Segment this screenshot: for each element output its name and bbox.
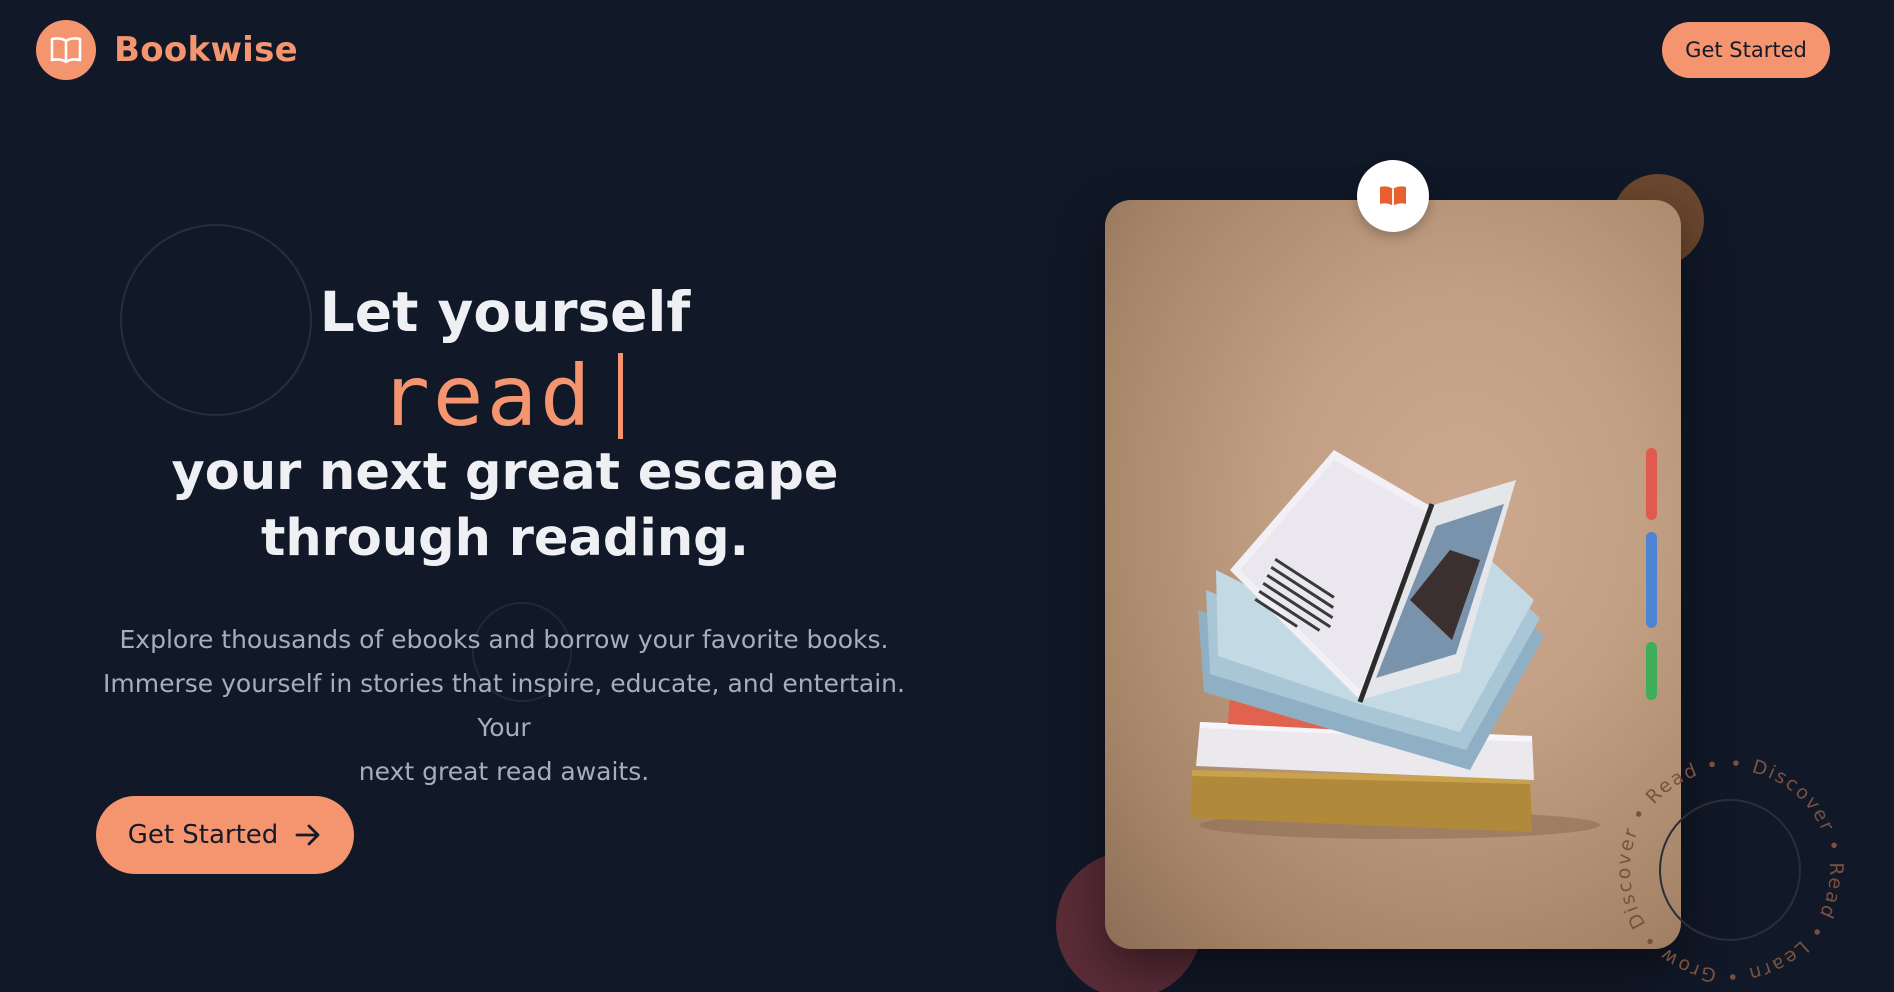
- carousel-indicator-green[interactable]: [1646, 642, 1657, 700]
- header-get-started-button[interactable]: Get Started: [1662, 22, 1830, 78]
- arrow-right-icon: [294, 823, 322, 847]
- subtitle-line: next great read awaits.: [358, 757, 650, 786]
- rotating-text-badge: • Discover • Read • Learn • Grow • Disco…: [1570, 730, 1847, 987]
- hero-get-started-button[interactable]: Get Started: [96, 796, 354, 874]
- subtitle-line: Immerse yourself in stories that inspire…: [103, 669, 905, 742]
- subtitle-line: Explore thousands of ebooks and borrow y…: [119, 625, 889, 654]
- hero-cta-label: Get Started: [127, 820, 279, 850]
- hero-line-1: Let yourself: [319, 280, 691, 344]
- book-open-icon: [1357, 160, 1429, 232]
- brand-logo[interactable]: Bookwise: [36, 20, 298, 80]
- svg-text:• Discover • Read • Learn • Gr: • Discover • Read • Learn • Grow • Disco…: [1570, 730, 1847, 987]
- typing-cursor: [617, 353, 623, 439]
- ring-text-label: • Discover • Read • Learn • Grow • Disco…: [1570, 730, 1845, 987]
- typewriter-row: read: [52, 352, 950, 440]
- carousel-indicator-red[interactable]: [1646, 448, 1657, 520]
- hero-subtitle: Explore thousands of ebooks and borrow y…: [86, 618, 922, 794]
- book-stack-image: [1190, 450, 1600, 839]
- hero-line-4: through reading.: [260, 509, 750, 568]
- brand-name: Bookwise: [114, 30, 299, 70]
- hero-line-3: your next great escape: [171, 443, 839, 502]
- hero-heading: Let yourself read your next great escape…: [60, 276, 950, 572]
- typed-word: read: [379, 347, 594, 445]
- open-book-icon: [36, 20, 96, 80]
- carousel-indicator-blue[interactable]: [1646, 532, 1657, 628]
